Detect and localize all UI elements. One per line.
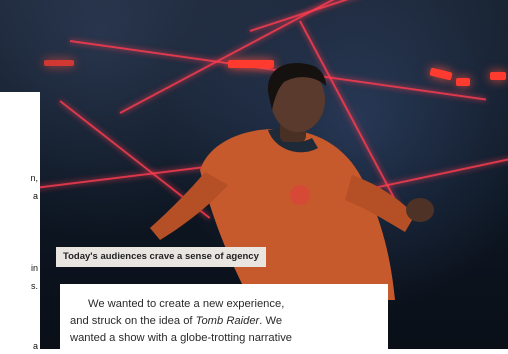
text-fragment: a — [32, 341, 38, 351]
text-fragment: in — [30, 263, 38, 273]
article-line-3: wanted a show with a globe-trotting narr… — [70, 332, 293, 344]
text-fragment: s. — [30, 281, 38, 291]
article-line-2a: and struck on the idea of — [70, 315, 196, 327]
text-fragment: n, — [30, 173, 38, 183]
left-column: n, a in s. a — [0, 92, 40, 351]
article-line-2b: . We — [259, 315, 283, 327]
image-caption: Today's audiences crave a sense of agenc… — [56, 247, 266, 267]
text-fragment: a — [32, 191, 38, 201]
article-paragraph: We wanted to create a new experience, an… — [60, 284, 388, 347]
article-line-1: We wanted to create a new experience, — [88, 298, 285, 310]
article-title-emphasis: Tomb Raider — [195, 315, 260, 327]
article-body: We wanted to create a new experience, an… — [60, 284, 388, 354]
